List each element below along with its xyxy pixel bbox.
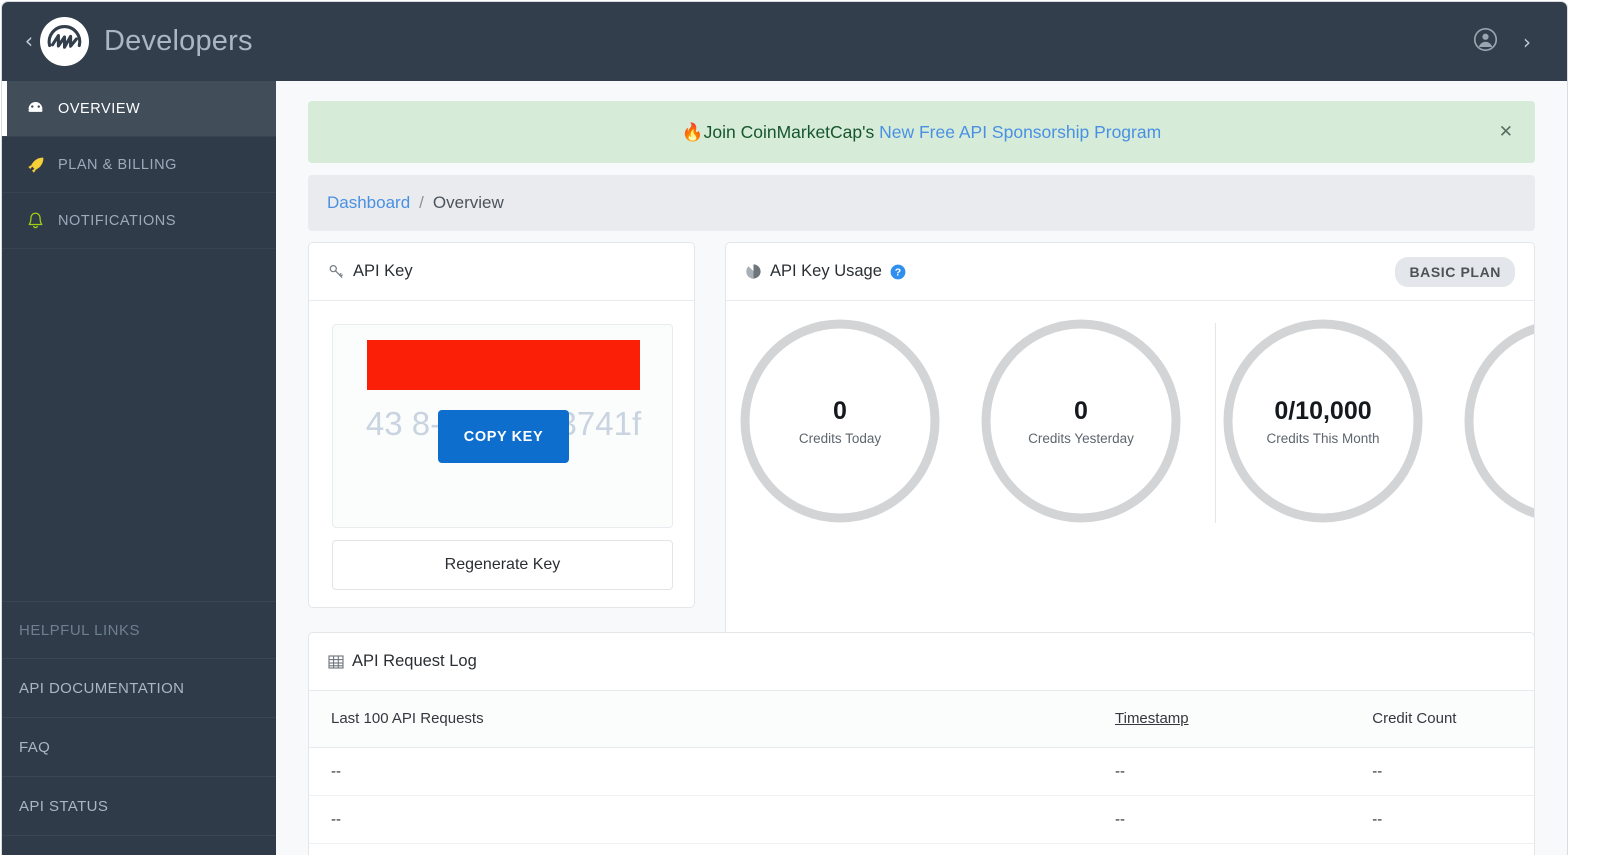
cell-credits: -- <box>1350 843 1534 855</box>
close-icon[interactable]: ✕ <box>1499 122 1513 142</box>
banner-link[interactable]: New Free API Sponsorship Program <box>879 122 1161 142</box>
api-key-card-header: API Key <box>309 243 694 301</box>
cell-timestamp: -- <box>1093 747 1351 796</box>
banner-text: 🔥Join CoinMarketCap's New Free API Spons… <box>682 122 1161 143</box>
table-row[interactable]: -- -- -- <box>309 843 1534 855</box>
cell-credits: -- <box>1350 747 1534 796</box>
api-key-card: API Key 43 8-1fc32be3741f COPY KEY Regen… <box>308 242 695 608</box>
header-actions: › <box>1473 27 1531 57</box>
sidebar-link-api-documentation[interactable]: API DOCUMENTATION <box>2 659 276 718</box>
api-request-log-table: Last 100 API Requests Timestamp Credit C… <box>309 691 1534 855</box>
table-row[interactable]: -- -- -- <box>309 747 1534 796</box>
sidebar-item-label: NOTIFICATIONS <box>58 212 177 229</box>
table-row[interactable]: -- -- -- <box>309 795 1534 844</box>
log-title-text: API Request Log <box>352 652 477 670</box>
table-header-row: Last 100 API Requests Timestamp Credit C… <box>309 691 1534 748</box>
gauge-value: 0/10,000 <box>1274 397 1372 426</box>
bell-icon <box>26 211 52 230</box>
cell-timestamp: -- <box>1093 843 1351 855</box>
copy-key-button[interactable]: COPY KEY <box>438 410 569 463</box>
cell-credits: -- <box>1350 795 1534 844</box>
log-card-header: API Request Log <box>309 633 1534 691</box>
screenshot-frame: ‹ Developers › OVERVIEW PLAN & BILLING N… <box>0 0 1600 855</box>
cell-timestamp: -- <box>1093 795 1351 844</box>
gauge-label: Credits Today <box>798 430 882 446</box>
sponsorship-banner: 🔥Join CoinMarketCap's New Free API Spons… <box>308 101 1535 163</box>
table-header: Last 100 API Requests Timestamp Credit C… <box>309 691 1534 748</box>
sidebar: OVERVIEW PLAN & BILLING NOTIFICATIONS HE… <box>2 81 276 855</box>
plan-badge[interactable]: BASIC PLAN <box>1395 256 1515 287</box>
gauge-credits-today: 0 Credits Today <box>740 319 940 523</box>
gauge-divider <box>1215 323 1216 523</box>
question-circle-icon[interactable]: ? <box>890 264 906 280</box>
top-header: ‹ Developers › <box>2 2 1567 81</box>
log-card-title: API Request Log <box>328 652 477 671</box>
rocket-icon <box>26 155 52 175</box>
chevron-right-icon[interactable]: › <box>1523 32 1531 52</box>
account-circle-icon[interactable] <box>1473 27 1498 57</box>
usage-gauges: 0 Credits Today 0 Credits Yesterday 0/10… <box>726 301 1534 541</box>
cell-request: -- <box>309 843 1093 855</box>
sidebar-item-label: OVERVIEW <box>58 100 141 117</box>
column-header-requests[interactable]: Last 100 API Requests <box>309 691 1093 748</box>
column-header-credit-count[interactable]: Credit Count <box>1350 691 1534 748</box>
sidebar-item-notifications[interactable]: NOTIFICATIONS <box>2 193 276 249</box>
gauge-value: 0 <box>833 397 847 426</box>
api-request-log-card: API Request Log Last 100 API Requests Ti… <box>308 632 1535 855</box>
cell-request: -- <box>309 795 1093 844</box>
gauge-credits-yesterday: 0 Credits Yesterday <box>981 319 1181 523</box>
sidebar-link-faq[interactable]: FAQ <box>2 718 276 777</box>
usage-card-title: API Key Usage ? <box>745 262 906 281</box>
app-window: ‹ Developers › OVERVIEW PLAN & BILLING N… <box>2 2 1567 855</box>
pie-chart-icon <box>745 263 762 280</box>
sidebar-section-helpful-links: HELPFUL LINKS <box>2 601 276 659</box>
redaction-box <box>367 340 640 390</box>
usage-title-text: API Key Usage <box>770 262 882 280</box>
gauge-label: Credits This Month <box>1266 430 1380 446</box>
sidebar-item-overview[interactable]: OVERVIEW <box>2 81 276 137</box>
speedometer-icon <box>26 99 52 118</box>
sidebar-item-plan-billing[interactable]: PLAN & BILLING <box>2 137 276 193</box>
cell-request: -- <box>309 747 1093 796</box>
coinmarketcap-logo <box>40 17 89 66</box>
sidebar-link-api-status[interactable]: API STATUS <box>2 777 276 836</box>
breadcrumb-current: Overview <box>432 193 504 212</box>
table-icon <box>328 654 344 670</box>
regenerate-key-button[interactable]: Regenerate Key <box>332 540 673 590</box>
breadcrumb-separator: / <box>419 193 424 212</box>
api-key-title-text: API Key <box>353 262 413 280</box>
breadcrumb: Dashboard / Overview <box>308 175 1535 231</box>
svg-text:?: ? <box>895 266 901 278</box>
key-icon <box>328 263 345 280</box>
breadcrumb-dashboard[interactable]: Dashboard <box>327 193 410 213</box>
usage-card-header: API Key Usage ? BASIC PLAN <box>726 243 1534 301</box>
api-key-value-box: 43 8-1fc32be3741f COPY KEY <box>332 324 673 528</box>
column-header-timestamp-label[interactable]: Timestamp <box>1115 710 1189 727</box>
banner-static-text: Join CoinMarketCap's <box>703 121 880 142</box>
api-key-card-title: API Key <box>328 262 413 281</box>
gauge-credits-this-month: 0/10,000 Credits This Month <box>1223 319 1423 523</box>
gauge-value: 0 <box>1074 397 1088 426</box>
table-body: -- -- -- -- -- -- -- -- -- <box>309 747 1534 855</box>
main-content: 🔥Join CoinMarketCap's New Free API Spons… <box>276 81 1567 855</box>
sidebar-item-label: PLAN & BILLING <box>58 156 177 173</box>
gauge-label: Credits Yesterday <box>1028 430 1134 446</box>
flame-icon: 🔥 <box>681 122 704 143</box>
brand-title: Developers <box>104 25 253 57</box>
gauge-partial-next: 0 C <box>1464 319 1534 523</box>
column-header-timestamp[interactable]: Timestamp <box>1093 691 1351 748</box>
